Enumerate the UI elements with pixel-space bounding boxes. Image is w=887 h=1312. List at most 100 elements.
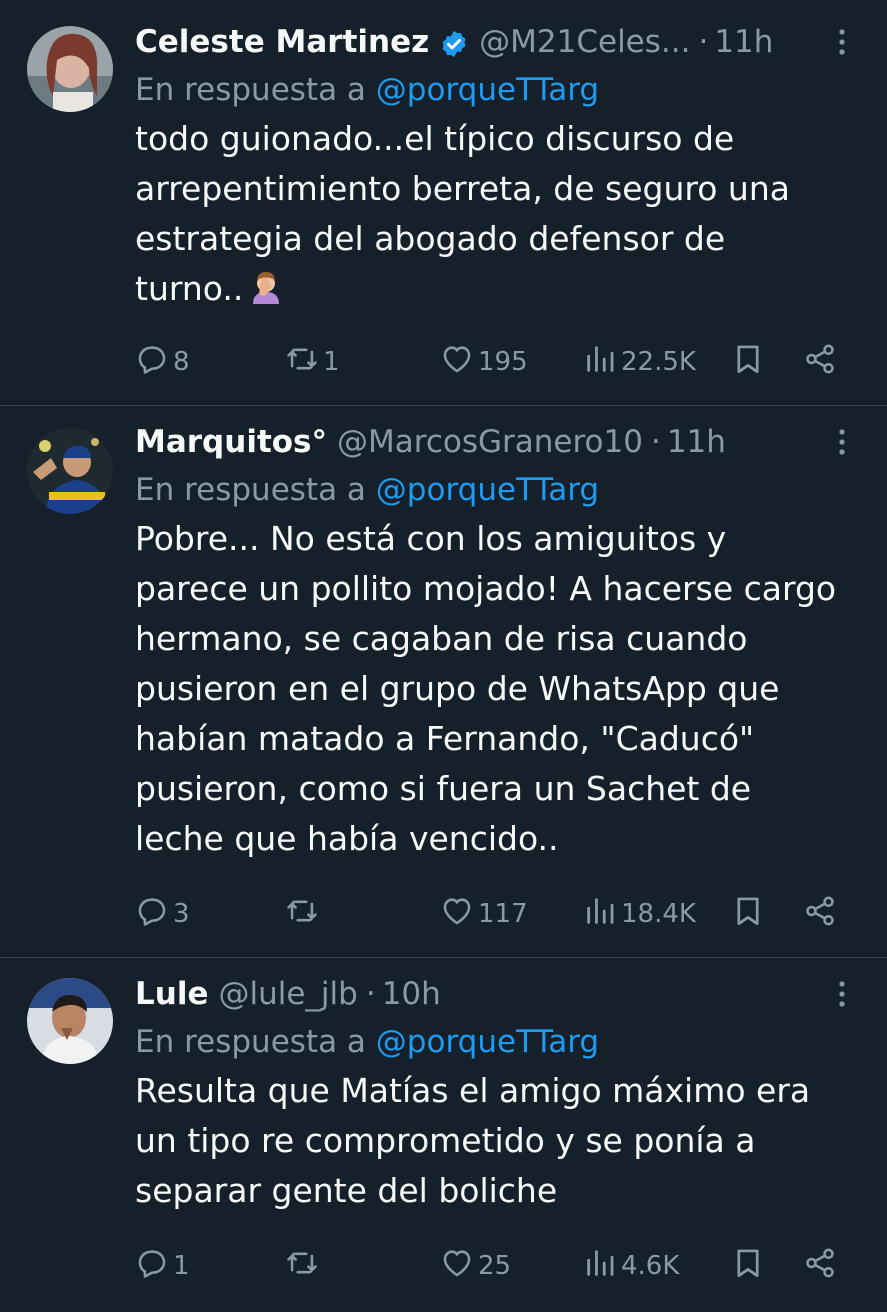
tweet-actions: 3 117 18.4K: [135, 894, 857, 934]
share-button[interactable]: [803, 1246, 837, 1286]
reply-mention-link[interactable]: @porqueTTarg: [376, 472, 599, 508]
share-icon: [803, 1246, 837, 1287]
like-count: 195: [478, 347, 528, 377]
tweet-text-line: leche que había vencido..: [135, 819, 559, 858]
reply-mention-link[interactable]: @porqueTTarg: [376, 72, 599, 108]
more-options-icon[interactable]: [827, 24, 857, 60]
avatar[interactable]: [27, 978, 113, 1064]
avatar[interactable]: [27, 428, 113, 514]
tweet-text-line: un tipo re comprometido y se ponía a: [135, 1121, 756, 1160]
heart-icon: [440, 1246, 474, 1287]
reply-count: 3: [173, 899, 190, 929]
timestamp[interactable]: 11h: [714, 20, 773, 64]
verified-badge-icon: [439, 27, 469, 58]
retweet-button[interactable]: 1: [285, 342, 340, 382]
reply-count: 1: [173, 1251, 190, 1281]
retweet-icon: [285, 1246, 319, 1287]
tweet-text: Pobre... No está con los amiguitos y par…: [135, 514, 857, 864]
author-name[interactable]: Marquitos°: [135, 420, 327, 464]
timestamp[interactable]: 11h: [667, 420, 726, 464]
like-button[interactable]: 25: [440, 1246, 511, 1286]
author-handle[interactable]: @MarcosGranero10: [337, 420, 643, 464]
separator-dot: ·: [365, 976, 376, 1012]
tweet-text-line: todo guionado...el típico discurso de: [135, 119, 735, 158]
retweet-count: 1: [323, 347, 340, 377]
bookmark-button[interactable]: [731, 342, 765, 382]
tweet-text: todo guionado...el típico discurso de ar…: [135, 114, 857, 314]
heart-icon: [440, 894, 474, 935]
like-button[interactable]: 117: [440, 894, 528, 934]
tweet-actions: 8 1 195 22.5K: [135, 342, 857, 382]
reply-feed: Celeste Martinez @M21Celes... · 11h En r…: [0, 0, 887, 1312]
tweet-text-line: Resulta que Matías el amigo máximo era: [135, 1071, 811, 1110]
bookmark-icon: [731, 1246, 765, 1287]
reply-icon: [135, 1246, 169, 1287]
views-count: 4.6K: [621, 1251, 680, 1281]
reply-context: En respuesta a @porqueTTarg: [135, 1020, 857, 1064]
tweet[interactable]: Celeste Martinez @M21Celes... · 11h En r…: [0, 0, 887, 406]
share-icon: [803, 894, 837, 935]
tweet-text-line: turno..: [135, 264, 857, 314]
tweet-text-line: pusieron, como si fuera un Sachet de: [135, 769, 752, 808]
tweet-text-line: estrategia del abogado defensor de: [135, 219, 726, 258]
bookmark-button[interactable]: [731, 1246, 765, 1286]
more-options-icon[interactable]: [827, 976, 857, 1012]
tweet-text-line: arrepentimiento berreta, de seguro una: [135, 169, 790, 208]
views-chart-icon: [583, 894, 617, 935]
reply-prefix: En respuesta a: [135, 1024, 366, 1060]
tweet[interactable]: Lule @lule_jlb · 10h En respuesta a @por…: [0, 958, 887, 1312]
views-count: 18.4K: [621, 899, 696, 929]
more-options-icon[interactable]: [827, 424, 857, 460]
tweet-text-line-content: turno..: [135, 269, 244, 308]
reply-button[interactable]: 8: [135, 342, 190, 382]
like-count: 117: [478, 899, 528, 929]
author-handle[interactable]: @lule_jlb: [218, 972, 357, 1016]
reply-icon: [135, 894, 169, 935]
bookmark-icon: [731, 342, 765, 383]
reply-mention-link[interactable]: @porqueTTarg: [376, 1024, 599, 1060]
share-button[interactable]: [803, 342, 837, 382]
reply-context: En respuesta a @porqueTTarg: [135, 468, 857, 512]
reply-prefix: En respuesta a: [135, 72, 366, 108]
bookmark-icon: [731, 894, 765, 935]
views-button[interactable]: 22.5K: [583, 342, 696, 382]
share-icon: [803, 342, 837, 383]
views-button[interactable]: 4.6K: [583, 1246, 679, 1286]
like-button[interactable]: 195: [440, 342, 528, 382]
separator-dot: ·: [650, 424, 661, 460]
author-name[interactable]: Lule: [135, 972, 208, 1016]
reply-button[interactable]: 1: [135, 1246, 190, 1286]
reply-icon: [135, 342, 169, 383]
timestamp[interactable]: 10h: [382, 972, 441, 1016]
share-button[interactable]: [803, 894, 837, 934]
like-count: 25: [478, 1251, 512, 1281]
tweet[interactable]: Marquitos° @MarcosGranero10 · 11h En res…: [0, 406, 887, 958]
tweet-text-line: pusieron en el grupo de WhatsApp que: [135, 669, 780, 708]
reply-count: 8: [173, 347, 190, 377]
heart-icon: [440, 342, 474, 383]
tweet-text-line: parece un pollito mojado! A hacerse carg…: [135, 569, 837, 608]
author-name[interactable]: Celeste Martinez: [135, 20, 429, 64]
tweet-text-line: hermano, se cagaban de risa cuando: [135, 619, 748, 658]
views-button[interactable]: 18.4K: [583, 894, 696, 934]
tweet-text-line: habían matado a Fernando, "Caducó": [135, 719, 755, 758]
views-chart-icon: [583, 342, 617, 383]
tweet-text-line: Pobre... No está con los amiguitos y: [135, 519, 727, 558]
author-handle[interactable]: @M21Celes...: [479, 20, 690, 64]
tweet-text-line: separar gente del boliche: [135, 1171, 558, 1210]
retweet-button[interactable]: [285, 894, 323, 934]
reply-context: En respuesta a @porqueTTarg: [135, 68, 857, 112]
bookmark-button[interactable]: [731, 894, 765, 934]
retweet-icon: [285, 894, 319, 935]
separator-dot: ·: [698, 24, 709, 60]
tweet-text: Resulta que Matías el amigo máximo era u…: [135, 1066, 857, 1216]
reply-prefix: En respuesta a: [135, 472, 366, 508]
views-chart-icon: [583, 1246, 617, 1287]
views-count: 22.5K: [621, 347, 696, 377]
tweet-actions: 1 25 4.6K: [135, 1246, 857, 1286]
facepalm-emoji-icon: [249, 268, 283, 304]
retweet-icon: [285, 342, 319, 383]
retweet-button[interactable]: [285, 1246, 323, 1286]
avatar[interactable]: [27, 26, 113, 112]
reply-button[interactable]: 3: [135, 894, 190, 934]
